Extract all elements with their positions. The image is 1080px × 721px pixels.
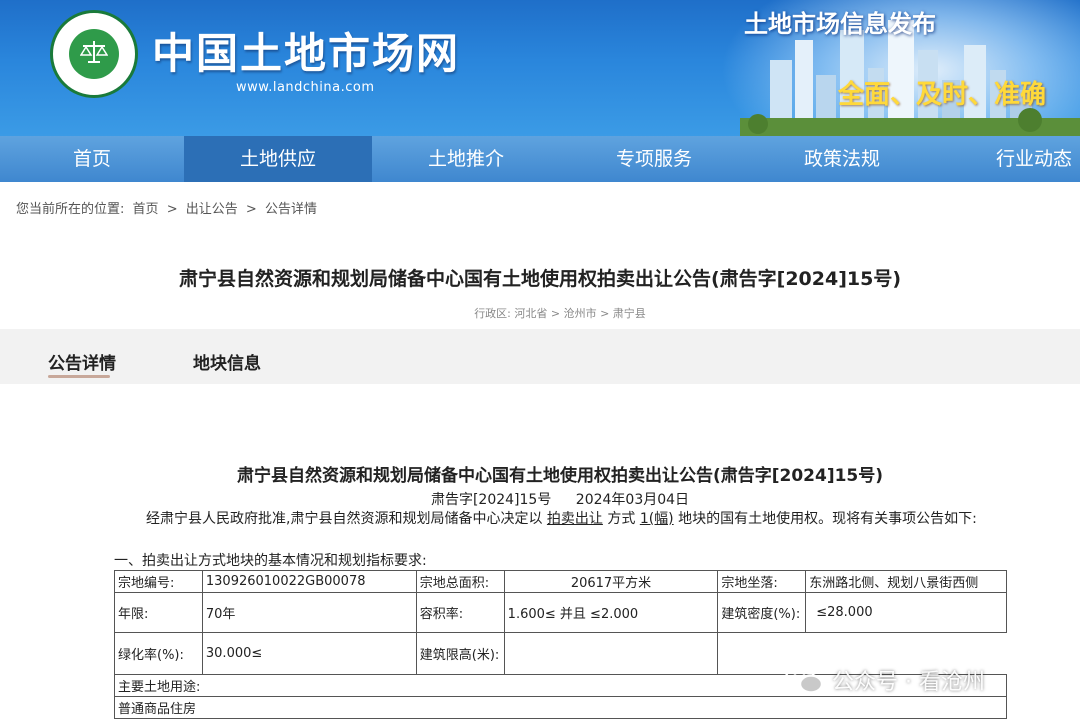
tab-bar: 公告详情 地块信息 (0, 329, 1080, 384)
table-cell-value: 东洲路北侧、规划八景街西侧 (805, 570, 1007, 593)
wechat-watermark: 公众号 · 看沧州 (784, 662, 1064, 698)
notice-paragraph: 经肃宁县人民政府批准,肃宁县自然资源和规划局储备中心决定以 拍卖出让 方式 1(… (114, 510, 1004, 528)
table-cell-label: 年限: (114, 592, 203, 633)
table-cell-label: 建筑限高(米): (415, 632, 505, 675)
slogan-top: 土地市场信息发布 (744, 9, 936, 38)
table-cell-label: 绿化率(%): (114, 632, 203, 675)
table-cell-value: 70年 (201, 592, 417, 633)
page-title: 肃宁县自然资源和规划局储备中心国有土地使用权拍卖出让公告(肃告字[2024]15… (178, 268, 902, 290)
table-row: 年限: 70年 容积率: 1.600≤ 并且 ≤2.000 建筑密度(%): ≤… (114, 592, 1007, 633)
nav-item-land-promotion[interactable]: 土地推介 (372, 136, 560, 182)
table-row: 普通商品住房 (114, 696, 1007, 719)
para-count: 1(幅) (639, 511, 674, 527)
notice-doc-number: 肃告字[2024]15号 (430, 492, 552, 508)
nav-item-land-supply[interactable]: 土地供应 (184, 136, 372, 182)
table-cell-label: 容积率: (415, 592, 505, 633)
breadcrumb-notices[interactable]: 出让公告 (186, 202, 238, 217)
table-cell-value: 普通商品住房 (114, 696, 1007, 719)
table-cell-label: 宗地坐落: (717, 570, 807, 593)
slogan-bottom: 全面、及时、准确 (838, 80, 1047, 110)
table-cell-value (503, 632, 719, 675)
nav-item-industry-news[interactable]: 行业动态 (936, 136, 1076, 182)
para-text-1: 经肃宁县人民政府批准,肃宁县自然资源和规划局储备中心决定以 (146, 511, 543, 527)
breadcrumb: 您当前所在的位置: 首页 > 出让公告 > 公告详情 (16, 198, 321, 217)
nav-item-special-services[interactable]: 专项服务 (560, 136, 748, 182)
breadcrumb-prefix: 您当前所在的位置: (16, 202, 125, 217)
active-tab-indicator (48, 375, 110, 378)
para-text-2: 方式 (607, 511, 636, 527)
tab-notice-details[interactable]: 公告详情 (48, 349, 116, 374)
watermark-text: 公众号 · 看沧州 (832, 670, 985, 695)
table-cell-value: 130926010022GB00078 (201, 570, 417, 593)
tab-parcel-info[interactable]: 地块信息 (193, 349, 261, 374)
table-cell-value: 30.000≤ (201, 632, 417, 675)
site-logo[interactable] (50, 10, 138, 98)
site-title: 中国土地市场网 (152, 29, 461, 78)
nav-item-policies[interactable]: 政策法规 (748, 136, 936, 182)
notice-date: 2024年03月04日 (575, 492, 690, 508)
table-row: 宗地编号: 130926010022GB00078 宗地总面积: 20617平方… (114, 570, 1007, 593)
site-header-banner: 中国土地市场网 www.landchina.com 土地市场信息发布 全面、及时… (0, 0, 1080, 136)
section-heading: 一、拍卖出让方式地块的基本情况和规划指标要求: (114, 553, 427, 569)
table-cell-label: 宗地编号: (114, 570, 203, 593)
table-cell-label: 建筑密度(%): (717, 592, 807, 633)
notice-title: 肃宁县自然资源和规划局储备中心国有土地使用权拍卖出让公告(肃告字[2024]15… (236, 466, 884, 486)
breadcrumb-current: 公告详情 (264, 202, 317, 217)
table-cell-value: ≤28.000 (805, 592, 1007, 633)
site-url: www.landchina.com (236, 80, 375, 95)
para-method: 拍卖出让 (546, 511, 603, 527)
notice-subheader: 肃告字[2024]15号 2024年03月04日 (0, 489, 1080, 509)
nav-item-home[interactable]: 首页 (0, 136, 184, 182)
para-text-3: 地块的国有土地使用权。现将有关事项公告如下: (678, 511, 977, 527)
breadcrumb-home[interactable]: 首页 (133, 202, 159, 217)
wechat-icon (784, 665, 824, 694)
table-cell-label: 宗地总面积: (415, 570, 505, 593)
breadcrumb-separator: > (245, 202, 257, 217)
main-nav: 首页 土地供应 土地推介 专项服务 政策法规 行业动态 (0, 136, 1080, 182)
breadcrumb-separator: > (166, 202, 178, 217)
region-path: 行政区: 河北省 > 沧州市 > 肃宁县 (474, 307, 646, 320)
table-cell-value: 1.600≤ 并且 ≤2.000 (503, 592, 719, 633)
table-cell-value: 20617平方米 (503, 570, 719, 593)
scale-icon (80, 41, 108, 63)
